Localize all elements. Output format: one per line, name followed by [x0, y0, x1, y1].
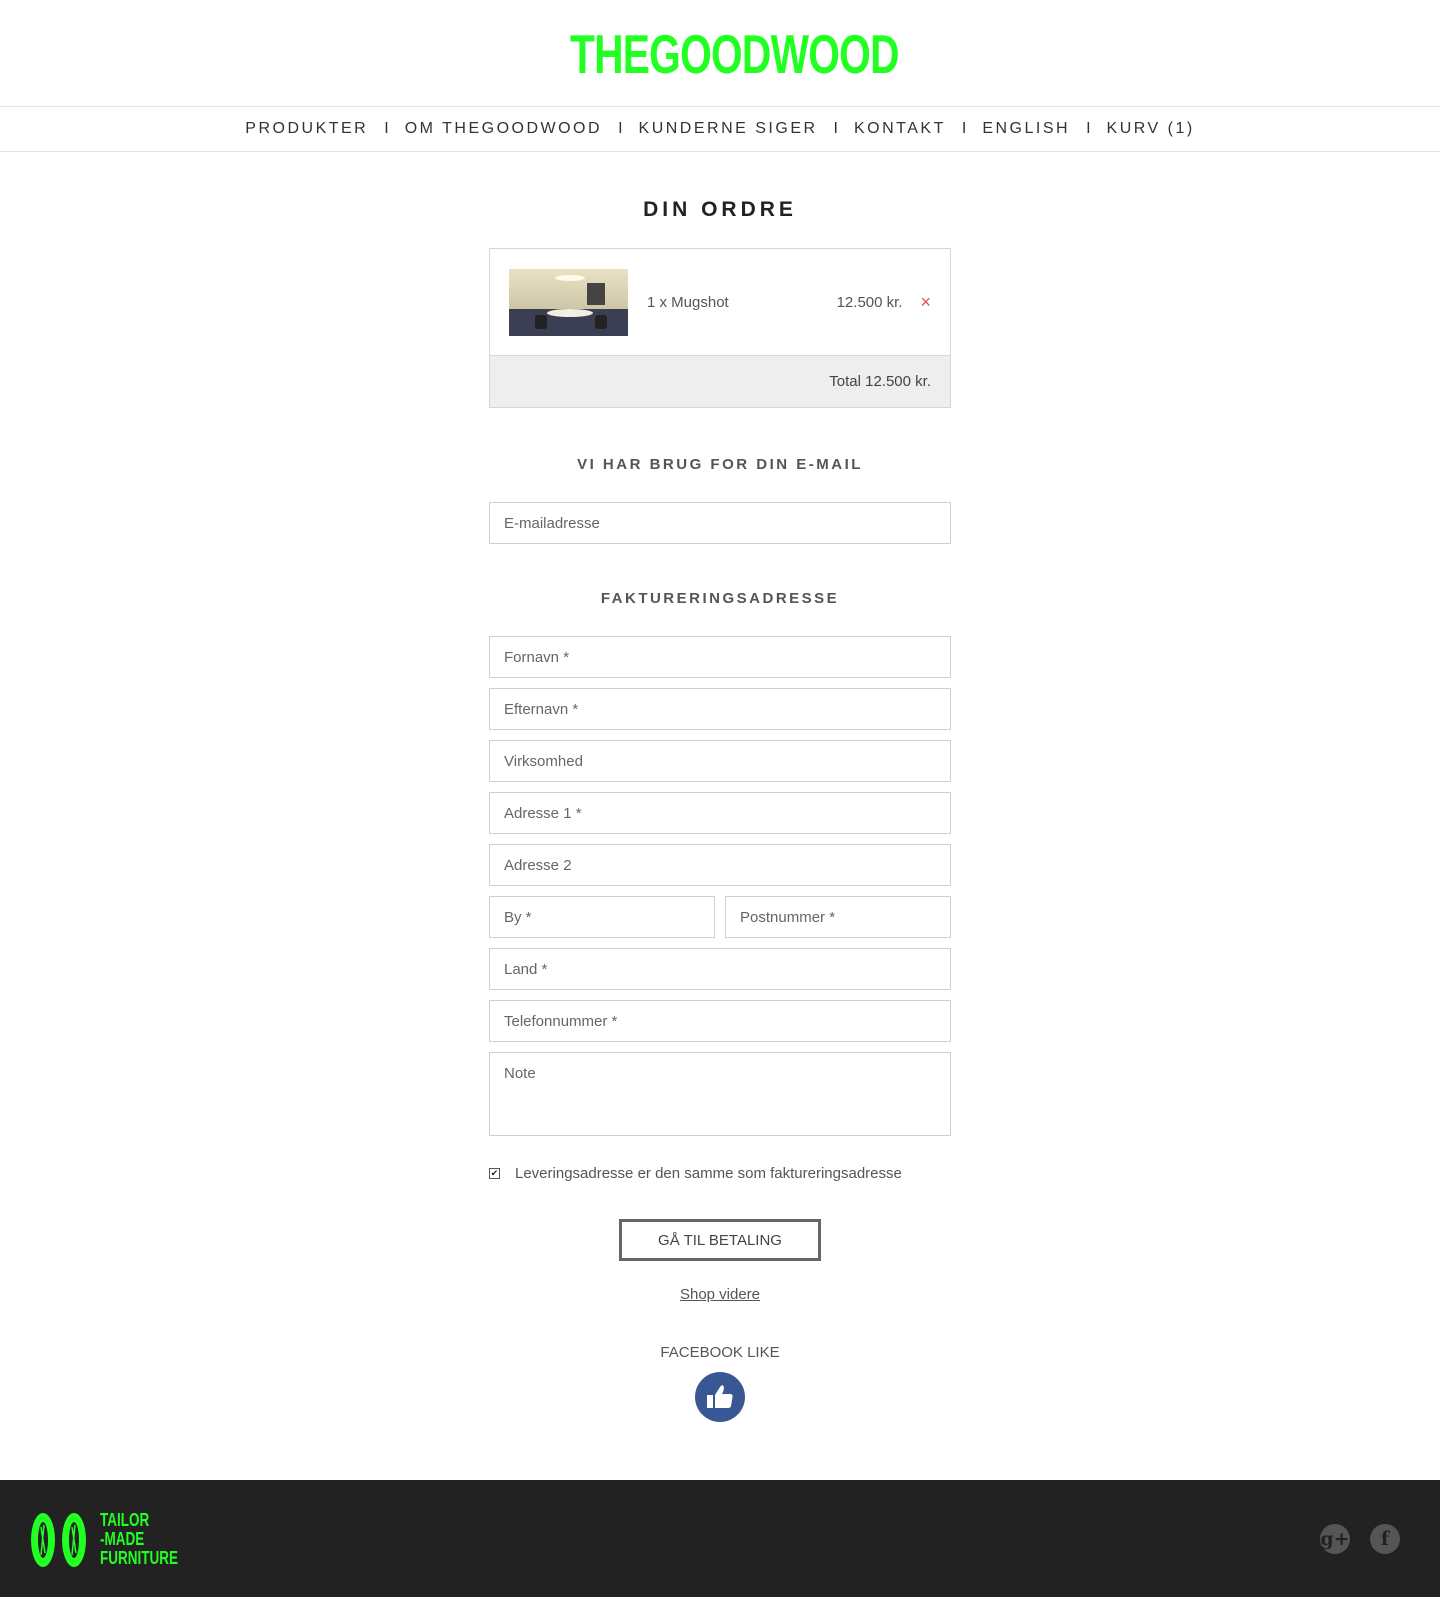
nav-item-kurv[interactable]: KURV (1)	[1107, 120, 1195, 138]
same-address-checkbox[interactable]: ✔	[489, 1167, 500, 1179]
nav-item-english[interactable]: ENGLISH	[982, 120, 1070, 138]
checkout-main: DIN ORDRE 1 x Mugshot 12.500 kr. × Total…	[489, 198, 951, 1422]
email-field[interactable]: E-mailadresse	[489, 502, 951, 544]
by-field[interactable]: By *	[489, 896, 715, 938]
nav-item-produkter[interactable]: PRODUKTER	[245, 120, 368, 138]
thumbs-up-icon	[707, 1385, 733, 1408]
footer-logo-icon[interactable]	[29, 1511, 89, 1569]
facebook-like-button[interactable]	[695, 1372, 745, 1422]
order-item-name: 1 x Mugshot	[647, 293, 729, 311]
product-thumbnail[interactable]	[509, 268, 628, 336]
order-summary: 1 x Mugshot 12.500 kr. × Total 12.500 kr…	[489, 248, 951, 408]
city-postal-row: By * Postnummer *	[489, 896, 951, 938]
note-textarea[interactable]: Note	[489, 1052, 951, 1136]
nav-separator: I	[618, 120, 623, 137]
facebook-icon[interactable]: f	[1370, 1524, 1400, 1554]
same-address-option: ✔ Leveringsadresse er den samme som fakt…	[489, 1164, 951, 1182]
main-nav: PRODUKTER I OM THEGOODWOOD I KUNDERNE SI…	[0, 107, 1440, 152]
nav-separator: I	[384, 120, 389, 137]
adresse2-field[interactable]: Adresse 2	[489, 844, 951, 886]
footer-tagline: TAILOR -MADE FURNITURE	[100, 1511, 204, 1568]
nav-item-kontakt[interactable]: KONTAKT	[854, 120, 946, 138]
billing-heading: FAKTURERINGSADRESSE	[600, 590, 840, 607]
continue-shopping-link[interactable]: Shop videre	[489, 1286, 951, 1303]
nav-separator: I	[833, 120, 838, 137]
logo-text: THEGOODWOOD	[570, 23, 899, 85]
postnummer-field[interactable]: Postnummer *	[725, 896, 951, 938]
facebook-like-label: FACEBOOK LIKE	[660, 1344, 780, 1361]
order-item-price: 12.500 kr.	[836, 293, 903, 311]
site-logo[interactable]: THEGOODWOOD	[570, 26, 899, 82]
efternavn-field[interactable]: Efternavn *	[489, 688, 951, 730]
site-footer: TAILOR -MADE FURNITURE g+ f	[0, 1480, 1440, 1597]
virksomhed-field[interactable]: Virksomhed	[489, 740, 951, 782]
nav-separator: I	[1086, 120, 1091, 137]
tagline-line: -MADE	[100, 1529, 145, 1549]
adresse1-field[interactable]: Adresse 1 *	[489, 792, 951, 834]
telefon-field[interactable]: Telefonnummer *	[489, 1000, 951, 1042]
nav-item-om-thegoodwood[interactable]: OM THEGOODWOOD	[405, 120, 602, 138]
email-heading: VI HAR BRUG FOR DIN E-MAIL	[577, 456, 863, 473]
go-to-payment-label: GÅ TIL BETALING	[658, 1231, 782, 1249]
page-title: DIN ORDRE	[643, 198, 797, 221]
tagline-line: FURNITURE	[100, 1548, 178, 1568]
order-total: Total 12.500 kr.	[490, 355, 950, 407]
site-header: THEGOODWOOD	[0, 0, 1440, 107]
order-item: 1 x Mugshot 12.500 kr. ×	[490, 249, 950, 355]
go-to-payment-button[interactable]: GÅ TIL BETALING	[619, 1219, 821, 1261]
nav-separator: I	[961, 120, 967, 137]
same-address-label[interactable]: Leveringsadresse er den samme som faktur…	[515, 1165, 902, 1182]
remove-item-icon[interactable]: ×	[920, 293, 931, 311]
land-field[interactable]: Land *	[489, 948, 951, 990]
nav-item-kunderne-siger[interactable]: KUNDERNE SIGER	[639, 120, 818, 138]
fornavn-field[interactable]: Fornavn *	[489, 636, 951, 678]
tagline-line: TAILOR	[100, 1510, 150, 1530]
google-plus-icon[interactable]: g+	[1320, 1524, 1350, 1554]
